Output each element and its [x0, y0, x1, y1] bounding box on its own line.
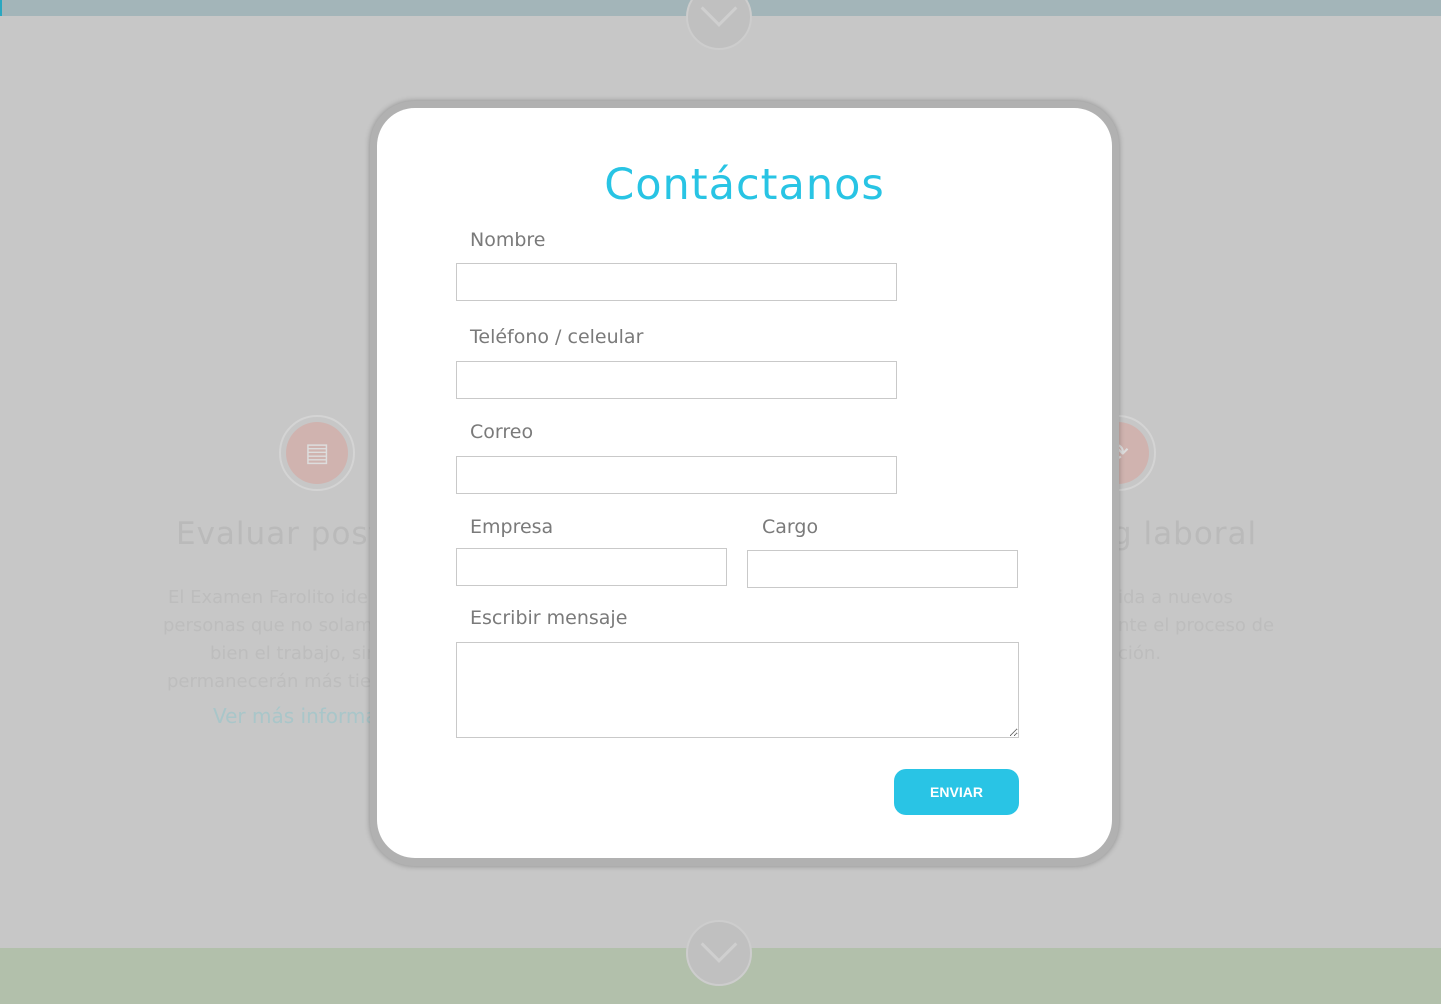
contact-modal: Contáctanos Nombre Teléfono / celeular C… — [377, 108, 1112, 858]
cargo-input[interactable] — [747, 550, 1018, 588]
feature-text-right: ción. — [1118, 643, 1162, 664]
feature-text-left: personas que no solam — [163, 615, 373, 636]
feature-title-left: Evaluar postu — [176, 516, 403, 552]
mensaje-textarea[interactable] — [456, 642, 1019, 738]
feature-text-right: nte el proceso de — [1118, 615, 1275, 636]
document-icon: ▤ — [279, 415, 355, 491]
scroll-down-button-top[interactable] — [686, 0, 752, 50]
feature-title-right: g laboral — [1112, 516, 1258, 552]
cargo-label: Cargo — [762, 516, 819, 538]
modal-title: Contáctanos — [604, 160, 885, 210]
more-info-link[interactable]: Ver más informa — [213, 704, 378, 728]
send-button[interactable]: ENVIAR — [894, 769, 1019, 815]
chevron-down-icon — [700, 926, 738, 963]
nombre-input[interactable] — [456, 263, 897, 301]
mensaje-label: Escribir mensaje — [470, 607, 628, 629]
feature-text-right: ida a nuevos — [1118, 587, 1233, 608]
empresa-input[interactable] — [456, 548, 727, 586]
feature-text-left: permanecerán más tie — [167, 671, 371, 692]
correo-label: Correo — [470, 421, 534, 443]
telefono-input[interactable] — [456, 361, 897, 399]
empresa-label: Empresa — [470, 516, 554, 538]
feature-text-left: El Examen Farolito ide — [168, 587, 368, 608]
feature-text-left: bien el trabajo, sin — [210, 643, 378, 664]
telefono-label: Teléfono / celeular — [470, 326, 644, 348]
nombre-label: Nombre — [470, 229, 546, 251]
correo-input[interactable] — [456, 456, 897, 494]
scroll-down-button-bottom[interactable] — [686, 920, 752, 986]
chevron-down-icon — [700, 0, 738, 27]
